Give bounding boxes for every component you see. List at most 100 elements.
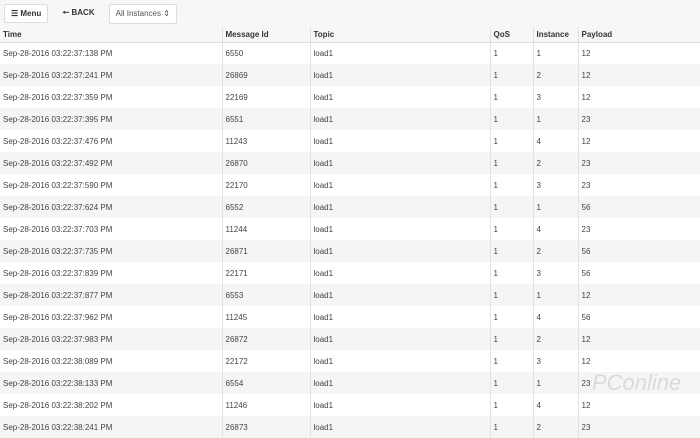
cell-time: Sep-28-2016 03:22:37:877 PM	[0, 284, 222, 306]
cell-payload: 12	[577, 328, 700, 350]
cell-instance: 2	[532, 64, 578, 86]
cell-instance: 2	[532, 152, 578, 174]
cell-instance: 1	[532, 284, 578, 306]
cell-message-id: 22171	[221, 262, 310, 284]
cell-instance: 4	[532, 306, 578, 328]
cell-time: Sep-28-2016 03:22:37:735 PM	[0, 240, 222, 262]
cell-qos: 1	[489, 86, 533, 108]
cell-qos: 1	[489, 416, 533, 438]
cell-instance: 2	[532, 240, 578, 262]
cell-topic: load1	[309, 152, 490, 174]
cell-time: Sep-28-2016 03:22:37:492 PM	[0, 152, 222, 174]
cell-payload: 56	[577, 262, 700, 284]
back-button[interactable]: 🠔 BACK	[56, 4, 100, 23]
cell-time: Sep-28-2016 03:22:37:359 PM	[3, 92, 113, 102]
cell-topic: load1	[309, 350, 490, 372]
table-row: Sep-28-2016 03:22:38:089 PM 22172 load1 1 3 1…	[0, 350, 700, 372]
cell-instance: 2	[532, 328, 578, 350]
column-header-topic[interactable]: Topic	[309, 27, 490, 43]
cell-time: Sep-28-2016 03:22:37:590 PM	[3, 180, 113, 190]
cell-qos: 1	[489, 152, 533, 174]
cell-topic: load1	[309, 42, 490, 64]
cell-qos: 1	[489, 218, 533, 240]
cell-topic: load1	[309, 328, 490, 350]
cell-payload: 12	[577, 86, 700, 108]
table-row: Sep-28-2016 03:22:37:395 PM 6551 load1 1 1 23	[0, 108, 700, 130]
cell-qos: 1	[489, 108, 533, 130]
cell-message-id: 22169	[221, 86, 310, 108]
cell-topic: load1	[309, 240, 490, 262]
cell-qos: 1	[489, 284, 533, 306]
table-row: Sep-28-2016 03:22:38:241 PM 26873 load1 1 2 2…	[0, 416, 700, 438]
table-row: Sep-28-2016 03:22:37:839 PM 22171 load1 1 3 5…	[0, 262, 700, 284]
cell-payload: 23	[577, 416, 700, 438]
cell-payload: 56	[577, 306, 700, 328]
cell-topic: load1	[309, 86, 490, 108]
cell-payload: 12	[577, 130, 700, 152]
cell-time: Sep-28-2016 03:22:37:839 PM	[3, 268, 113, 278]
messages-table: Time Message Id Topic QoS Instance Payload Se…	[0, 27, 700, 438]
cell-instance: 1	[532, 42, 578, 64]
cell-payload: 12	[577, 64, 700, 86]
cell-qos: 1	[489, 394, 533, 416]
cell-message-id: 26871	[221, 240, 310, 262]
table-row: Sep-28-2016 03:22:37:492 PM 26870 load1 1 2 2…	[0, 152, 700, 174]
cell-time: Sep-28-2016 03:22:37:962 PM	[3, 312, 113, 322]
table-row: Sep-28-2016 03:22:37:983 PM 26872 load1 1 2 1…	[0, 328, 700, 350]
column-header-message-id[interactable]: Message Id	[221, 27, 310, 43]
cell-topic: load1	[309, 174, 490, 196]
cell-instance: 3	[532, 262, 578, 284]
column-header-qos[interactable]: QoS	[489, 27, 533, 43]
instance-select[interactable]: All Instances ⇕	[108, 3, 177, 24]
table-row: Sep-28-2016 03:22:38:133 PM 6554 load1 1 1 23	[0, 372, 700, 394]
cell-qos: 1	[489, 240, 533, 262]
cell-payload: 23	[577, 174, 700, 196]
cell-instance: 4	[532, 394, 578, 416]
cell-topic: load1	[309, 262, 490, 284]
table-header: Time Message Id Topic QoS Instance Payload	[0, 27, 700, 43]
cell-instance: 4	[532, 130, 578, 152]
cell-topic: load1	[309, 108, 490, 130]
cell-message-id: 26869	[221, 64, 310, 86]
cell-payload: 23	[577, 108, 700, 130]
column-header-time[interactable]: Time	[0, 27, 222, 43]
table-row: Sep-28-2016 03:22:38:202 PM 11246 load1 1 4 1…	[0, 394, 700, 416]
cell-instance: 2	[532, 416, 578, 438]
cell-payload: 12	[577, 394, 700, 416]
cell-payload: 12	[577, 350, 700, 372]
cell-message-id: 6553	[221, 284, 310, 306]
cell-qos: 1	[489, 262, 533, 284]
cell-message-id: 11246	[221, 394, 310, 416]
cell-time: Sep-28-2016 03:22:38:241 PM	[0, 416, 222, 438]
menu-button[interactable]: ☰ Menu	[4, 4, 49, 23]
cell-message-id: 11245	[221, 306, 310, 328]
cell-payload: 23	[577, 372, 700, 394]
cell-message-id: 6552	[221, 196, 310, 218]
toolbar: ☰ Menu 🠔 BACK All Instances ⇕	[0, 0, 700, 27]
cell-payload: 23	[577, 152, 700, 174]
column-header-payload[interactable]: Payload	[577, 27, 700, 43]
cell-instance: 3	[532, 86, 578, 108]
cell-message-id: 6554	[221, 372, 310, 394]
cell-time: Sep-28-2016 03:22:37:138 PM	[3, 48, 113, 58]
cell-qos: 1	[489, 328, 533, 350]
table-row: Sep-28-2016 03:22:37:590 PM 22170 load1 1 3 2…	[0, 174, 700, 196]
cell-message-id: 11243	[221, 130, 310, 152]
cell-topic: load1	[309, 372, 490, 394]
cell-time: Sep-28-2016 03:22:37:703 PM	[3, 224, 113, 234]
column-header-instance[interactable]: Instance	[532, 27, 578, 43]
cell-message-id: 22172	[221, 350, 310, 372]
cell-instance: 1	[532, 196, 578, 218]
table-row: Sep-28-2016 03:22:37:138 PM 6550 load1 1 1 12	[0, 42, 700, 64]
cell-instance: 4	[532, 218, 578, 240]
cell-qos: 1	[489, 42, 533, 64]
table-row: Sep-28-2016 03:22:37:359 PM 22169 load1 1 3 1…	[0, 86, 700, 108]
table-row: Sep-28-2016 03:22:37:241 PM 26869 load1 1 2 1…	[0, 64, 700, 86]
cell-topic: load1	[309, 306, 490, 328]
cell-payload: 12	[577, 284, 700, 306]
table-row: Sep-28-2016 03:22:37:624 PM 6552 load1 1 1 56	[0, 196, 700, 218]
cell-topic: load1	[309, 218, 490, 240]
cell-qos: 1	[489, 350, 533, 372]
cell-time: Sep-28-2016 03:22:38:089 PM	[3, 356, 113, 366]
cell-topic: load1	[309, 196, 490, 218]
